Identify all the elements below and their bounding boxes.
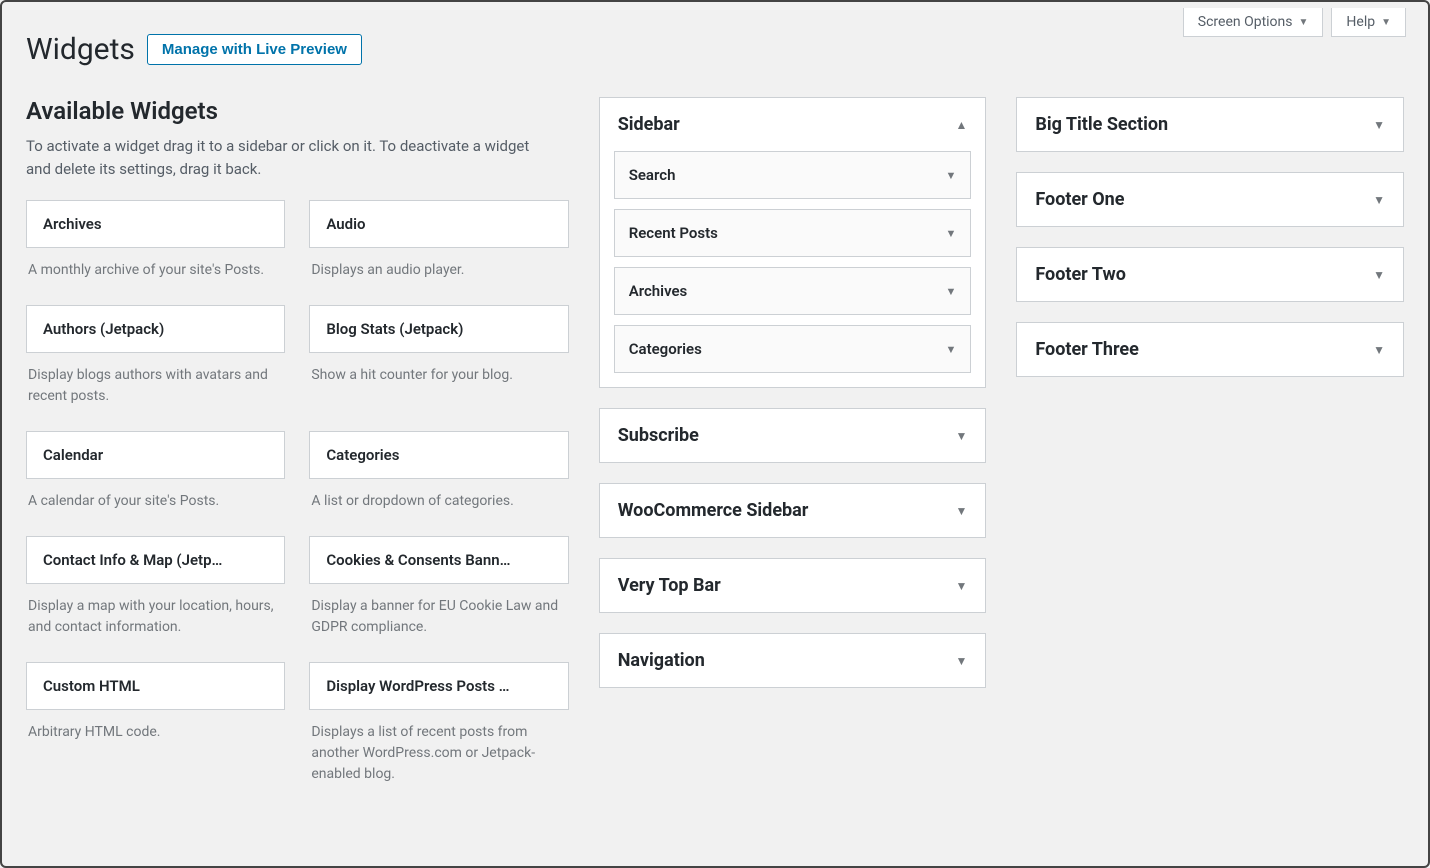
available-widget-desc: A calendar of your site's Posts.	[26, 479, 285, 526]
page-title: Widgets	[26, 32, 135, 67]
available-widget-authors-jetpack[interactable]: Authors (Jetpack)	[26, 305, 285, 353]
placed-widget-title: Recent Posts	[629, 224, 718, 242]
widget-area-header[interactable]: Navigation ▼	[600, 634, 986, 687]
caret-down-icon: ▼	[955, 654, 967, 668]
widget-area-header[interactable]: Sidebar ▲	[600, 98, 986, 151]
help-tab[interactable]: Help ▼	[1331, 8, 1406, 37]
available-widget-desc: Display a banner for EU Cookie Law and G…	[309, 584, 568, 652]
widget-area-title: Subscribe	[618, 425, 699, 446]
widget-area-title: Footer Three	[1035, 339, 1139, 360]
available-widget-desc: A list or dropdown of categories.	[309, 479, 568, 526]
available-widget-desc: Display blogs authors with avatars and r…	[26, 353, 285, 421]
widget-area-woocommerce-sidebar: WooCommerce Sidebar ▼	[599, 483, 987, 538]
widget-area-title: Footer One	[1035, 189, 1124, 210]
widget-area-title: Footer Two	[1035, 264, 1126, 285]
help-label: Help	[1346, 14, 1375, 30]
widget-area-title: Navigation	[618, 650, 705, 671]
widget-area-title: Big Title Section	[1035, 114, 1168, 135]
available-widget-blog-stats-jetpack[interactable]: Blog Stats (Jetpack)	[309, 305, 568, 353]
widget-area-sidebar: Sidebar▲Search▼Recent Posts▼Archives▼Cat…	[599, 97, 987, 388]
widget-area-body: Search ▼ Recent Posts ▼ Archives ▼ Categories ▼	[600, 151, 986, 387]
widget-area-title: Very Top Bar	[618, 575, 721, 596]
widget-area-subscribe: Subscribe ▼	[599, 408, 987, 463]
widget-area-header[interactable]: Subscribe ▼	[600, 409, 986, 462]
available-widget-audio[interactable]: Audio	[309, 200, 568, 248]
available-widget-desc: Displays a list of recent posts from ano…	[309, 710, 568, 799]
placed-widget-recent-posts[interactable]: Recent Posts ▼	[614, 209, 972, 257]
available-widget-desc: A monthly archive of your site's Posts.	[26, 248, 285, 295]
widget-area-header[interactable]: Footer Three ▼	[1017, 323, 1403, 376]
available-widgets-title: Available Widgets	[26, 97, 569, 125]
screen-options-label: Screen Options	[1198, 14, 1293, 30]
placed-widget-title: Search	[629, 166, 676, 184]
widget-area-header[interactable]: Big Title Section ▼	[1017, 98, 1403, 151]
widget-area-header[interactable]: WooCommerce Sidebar ▼	[600, 484, 986, 537]
available-widget-contact-info-map-jetp[interactable]: Contact Info & Map (Jetp…	[26, 536, 285, 584]
placed-widget-title: Categories	[629, 340, 702, 358]
available-widget-calendar[interactable]: Calendar	[26, 431, 285, 479]
caret-down-icon: ▼	[945, 169, 956, 182]
available-widget-cookies-consents-bann[interactable]: Cookies & Consents Bann…	[309, 536, 568, 584]
widget-area-header[interactable]: Footer One ▼	[1017, 173, 1403, 226]
caret-down-icon: ▼	[955, 579, 967, 593]
available-widget-desc: Display a map with your location, hours,…	[26, 584, 285, 652]
manage-live-preview-button[interactable]: Manage with Live Preview	[147, 34, 362, 65]
caret-up-icon: ▲	[955, 118, 967, 132]
available-widget-desc: Arbitrary HTML code.	[26, 710, 285, 757]
placed-widget-title: Archives	[629, 282, 688, 300]
available-widget-desc: Show a hit counter for your blog.	[309, 353, 568, 400]
caret-down-icon: ▼	[955, 504, 967, 518]
widget-area-header[interactable]: Very Top Bar ▼	[600, 559, 986, 612]
placed-widget-categories[interactable]: Categories ▼	[614, 325, 972, 373]
caret-down-icon: ▼	[1373, 193, 1385, 207]
caret-down-icon: ▼	[945, 227, 956, 240]
available-widget-categories[interactable]: Categories	[309, 431, 568, 479]
caret-down-icon: ▼	[945, 343, 956, 356]
widget-area-big-title-section: Big Title Section ▼	[1016, 97, 1404, 152]
caret-down-icon: ▼	[1373, 118, 1385, 132]
widget-area-title: Sidebar	[618, 114, 680, 135]
widget-area-footer-one: Footer One ▼	[1016, 172, 1404, 227]
placed-widget-search[interactable]: Search ▼	[614, 151, 972, 199]
caret-down-icon: ▼	[1373, 268, 1385, 282]
widget-area-navigation: Navigation ▼	[599, 633, 987, 688]
available-widget-custom-html[interactable]: Custom HTML	[26, 662, 285, 710]
widget-area-very-top-bar: Very Top Bar ▼	[599, 558, 987, 613]
available-widget-desc: Displays an audio player.	[309, 248, 568, 295]
caret-down-icon: ▼	[1381, 17, 1391, 28]
caret-down-icon: ▼	[945, 285, 956, 298]
widget-area-footer-two: Footer Two ▼	[1016, 247, 1404, 302]
widget-area-header[interactable]: Footer Two ▼	[1017, 248, 1403, 301]
available-widgets-desc: To activate a widget drag it to a sideba…	[26, 135, 556, 180]
widget-area-footer-three: Footer Three ▼	[1016, 322, 1404, 377]
widget-area-title: WooCommerce Sidebar	[618, 500, 809, 521]
caret-down-icon: ▼	[1299, 17, 1309, 28]
available-widget-display-wordpress-posts[interactable]: Display WordPress Posts …	[309, 662, 568, 710]
placed-widget-archives[interactable]: Archives ▼	[614, 267, 972, 315]
caret-down-icon: ▼	[955, 429, 967, 443]
screen-options-tab[interactable]: Screen Options ▼	[1183, 8, 1324, 37]
available-widget-archives[interactable]: Archives	[26, 200, 285, 248]
caret-down-icon: ▼	[1373, 343, 1385, 357]
